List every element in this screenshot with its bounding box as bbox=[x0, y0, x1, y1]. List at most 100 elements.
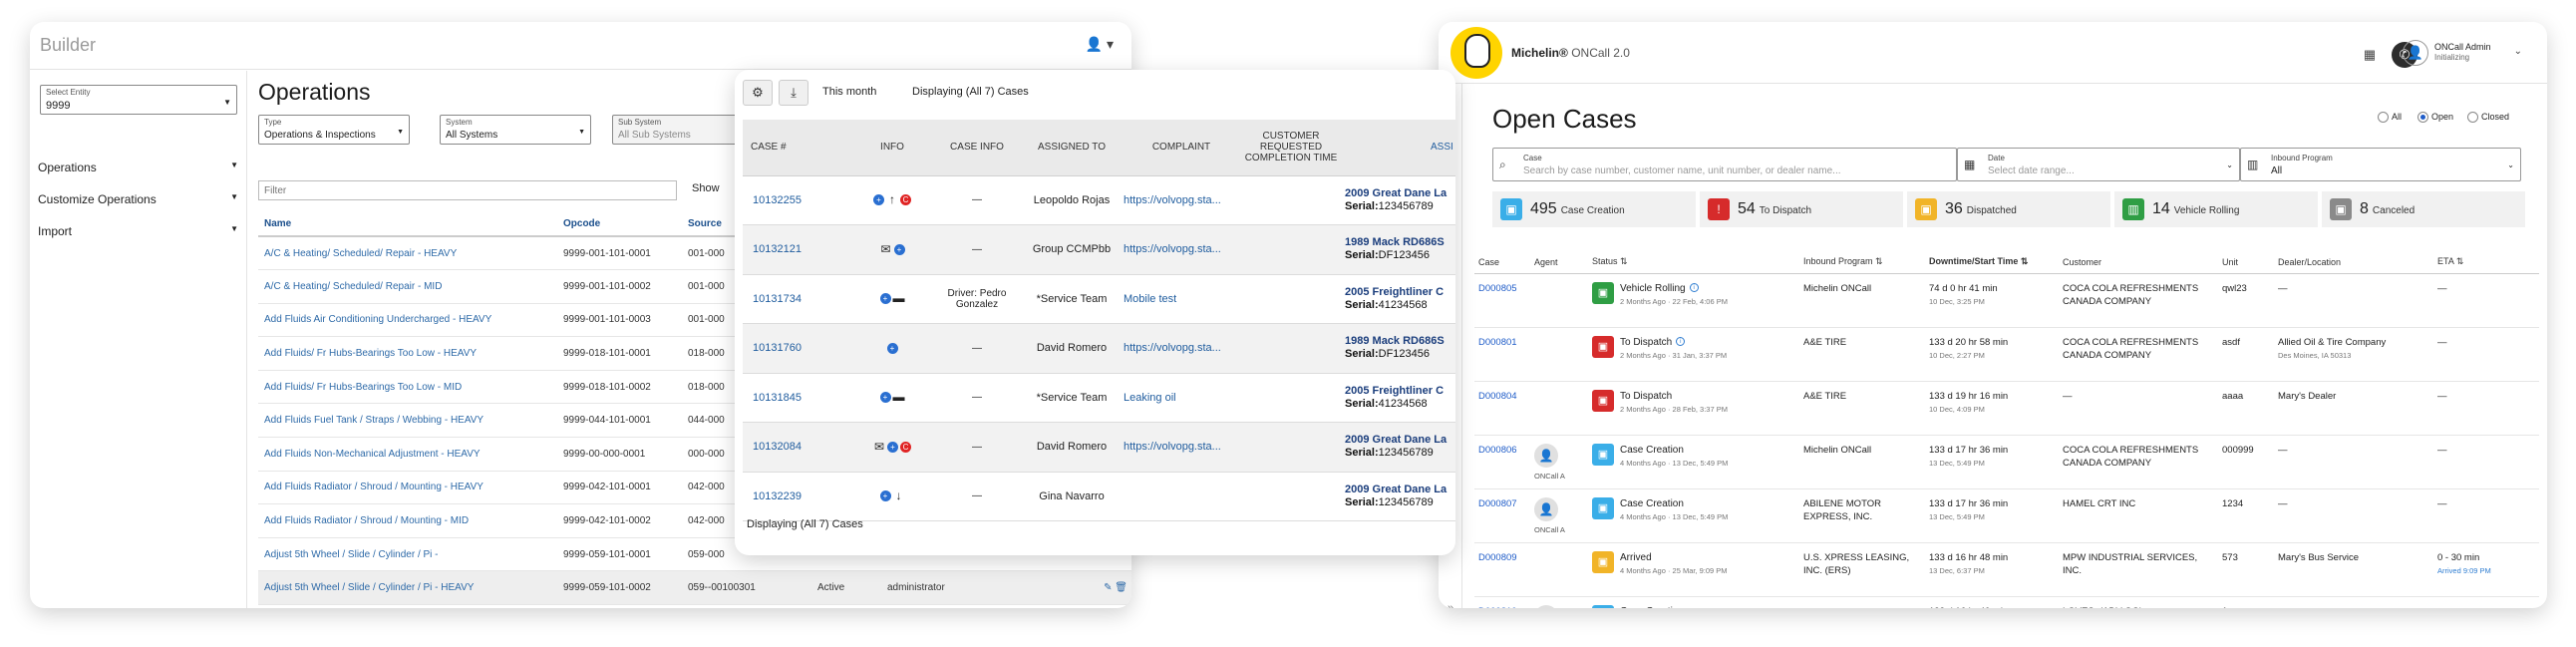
filter-input[interactable] bbox=[258, 180, 677, 200]
case-search-input[interactable]: ⌕ Case Search by case number, customer n… bbox=[1492, 148, 1957, 181]
complaint-cell[interactable]: Mobile test bbox=[1122, 274, 1241, 324]
unit-cell[interactable]: 2009 Great Dane La Serial:123456789 bbox=[1341, 472, 1455, 521]
column-header-case[interactable]: CASE # bbox=[743, 120, 852, 176]
case-link[interactable]: D000801 bbox=[1474, 327, 1530, 382]
column-header-case-info[interactable]: CASE INFO bbox=[932, 120, 1022, 176]
sidebar-item-customize-operations[interactable]: Customize Operations ▼ bbox=[38, 192, 242, 206]
download-button[interactable]: ⤓ bbox=[779, 80, 808, 106]
table-row[interactable]: 10132239 + ↓ — Gina Navarro 2009 Great Dane L… bbox=[743, 472, 1455, 521]
case-number-link[interactable]: 10132255 bbox=[743, 175, 852, 225]
tile-canceled[interactable]: ▣ 8 Canceled bbox=[2322, 191, 2525, 227]
sidebar-item-operations[interactable]: Operations ▼ bbox=[38, 161, 242, 174]
tile-to-dispatch[interactable]: ! 54 To Dispatch bbox=[1700, 191, 1903, 227]
arrow-up-icon[interactable]: ↑ bbox=[886, 193, 898, 205]
column-header-unit[interactable]: Unit bbox=[2218, 251, 2274, 274]
calendar-icon[interactable]: ▦ bbox=[2357, 42, 2383, 68]
table-row[interactable]: 10131760 + — David Romero https://volvopg.st… bbox=[743, 323, 1455, 374]
operation-name-link[interactable]: Add Fluids Non-Mechanical Adjustment - H… bbox=[258, 437, 557, 472]
select-entity-dropdown[interactable]: Select Entity 9999 ▼ bbox=[40, 85, 237, 115]
complaint-cell[interactable]: https://volvopg.sta... bbox=[1122, 422, 1241, 473]
table-row[interactable]: 10131734 + ▬ Driver: Pedro Gonzalez *Service… bbox=[743, 274, 1455, 324]
unit-cell[interactable]: 2005 Freightliner C Serial:41234568 bbox=[1341, 373, 1455, 423]
case-number-link[interactable]: 10132239 bbox=[743, 472, 852, 521]
column-header-downtime[interactable]: Downtime/Start Time ⇅ bbox=[1925, 251, 2059, 274]
table-row[interactable]: 10132255 + ↑ C — Leopoldo Rojas https://volvop… bbox=[743, 175, 1455, 225]
filter-closed-radio[interactable]: Closed bbox=[2467, 112, 2509, 124]
operation-name-link[interactable]: A/C & Heating/ Scheduled/ Repair - HEAVY bbox=[258, 236, 557, 271]
operation-name-link[interactable]: Adjust 5th Wheel / Slide / Cylinder / Pi… bbox=[258, 570, 557, 606]
column-header-info[interactable]: INFO bbox=[852, 120, 932, 176]
table-row[interactable]: 10132121 ✉ + — Group CCMPbb https://volvopg.s… bbox=[743, 224, 1455, 275]
complaint-cell[interactable] bbox=[1122, 472, 1241, 521]
tile-dispatched[interactable]: ▣ 36 Dispatched bbox=[1907, 191, 2110, 227]
arrow-down-icon[interactable]: ↓ bbox=[893, 489, 905, 501]
user-menu[interactable]: 👤 ONCall Admin Initializing ⌄ bbox=[2403, 40, 2522, 70]
operation-name-link[interactable]: Add Fluids Radiator / Shroud / Mounting … bbox=[258, 503, 557, 538]
operation-name-link[interactable]: Add Fluids/ Fr Hubs-Bearings Too Low - M… bbox=[258, 370, 557, 405]
operation-name-link[interactable]: Add Fluids Radiator / Shroud / Mounting … bbox=[258, 471, 557, 505]
column-header-customer[interactable]: Customer bbox=[2059, 251, 2218, 274]
filter-open-radio[interactable]: Open bbox=[2417, 112, 2453, 124]
mail-icon[interactable]: ✉ bbox=[873, 441, 885, 453]
settings-button[interactable]: ⚙ bbox=[743, 80, 773, 106]
plus-icon[interactable]: + bbox=[879, 392, 891, 404]
complaint-cell[interactable]: https://volvopg.sta... bbox=[1122, 323, 1241, 374]
plus-icon[interactable]: + bbox=[879, 293, 891, 305]
delete-icon[interactable]: 🗑 bbox=[1115, 582, 1127, 593]
case-link[interactable]: D000809 bbox=[1474, 542, 1530, 597]
filter-all-radio[interactable]: All bbox=[2378, 112, 2402, 124]
table-row[interactable]: D000809 ▣ Arrived 4 Months Ago · 25 Mar, 9:… bbox=[1474, 542, 2539, 597]
case-number-link[interactable]: 10132121 bbox=[743, 224, 852, 275]
complaint-cell[interactable]: https://volvopg.sta... bbox=[1122, 175, 1241, 225]
table-row[interactable]: D000810👤ONCall A ▣ Case Creation4 Months A… bbox=[1474, 596, 2539, 608]
column-header-inbound-program[interactable]: Inbound Program ⇅ bbox=[1799, 251, 1925, 274]
column-header-agent[interactable]: Agent bbox=[1530, 251, 1588, 274]
column-header-assigned-to[interactable]: ASSIGNED TO bbox=[1022, 120, 1122, 176]
type-select[interactable]: Type Operations & Inspections ▼ bbox=[258, 115, 410, 145]
table-row[interactable]: 10131845 + ▬ — *Service Team Leaking oil 2005 … bbox=[743, 373, 1455, 423]
period-label[interactable]: This month bbox=[822, 86, 876, 98]
table-row[interactable]: D000801 ▣ To Dispatch i 2 Months Ago · 31 Ja… bbox=[1474, 327, 2539, 382]
case-link[interactable]: D000807 bbox=[1474, 488, 1530, 543]
complaint-cell[interactable]: https://volvopg.sta... bbox=[1122, 224, 1241, 275]
case-link[interactable]: D000810 bbox=[1474, 596, 1530, 608]
inbound-program-select[interactable]: ▥ Inbound Program All ⌄ bbox=[2240, 148, 2521, 181]
operation-name-link[interactable]: Add Fluids/ Fr Hubs-Bearings Too Low - H… bbox=[258, 336, 557, 371]
briefcase-icon[interactable]: ▬ bbox=[893, 391, 905, 403]
table-row[interactable]: 10132084 ✉ + C — David Romero https://volvopg.… bbox=[743, 422, 1455, 473]
mail-icon[interactable]: ✉ bbox=[880, 243, 892, 255]
operation-name-link[interactable]: Adjust 5th Wheel / Slide / Cylinder / Pi… bbox=[258, 537, 557, 572]
date-range-input[interactable]: ▦ Date Select date range... ⌄ bbox=[1957, 148, 2240, 181]
column-header-assigned[interactable]: ASSI bbox=[1341, 120, 1455, 176]
unit-cell[interactable]: 2005 Freightliner C Serial:41234568 bbox=[1341, 274, 1455, 324]
operation-name-link[interactable]: A/C & Heating/ Scheduled/ Repair - MID bbox=[258, 269, 557, 304]
operation-name-link[interactable]: Add Fluids Air Conditioning Undercharged… bbox=[258, 303, 557, 338]
unit-cell[interactable]: 1989 Mack RD686S Serial:DF123456 bbox=[1341, 224, 1455, 275]
plus-icon[interactable]: + bbox=[879, 490, 891, 502]
unit-cell[interactable]: 1989 Mack RD686S Serial:DF123456 bbox=[1341, 323, 1455, 374]
case-number-link[interactable]: 10131760 bbox=[743, 323, 852, 374]
case-link[interactable]: D000806 bbox=[1474, 435, 1530, 489]
table-row[interactable]: D000804 ▣ To Dispatch 2 Months Ago · 28 Feb… bbox=[1474, 381, 2539, 436]
complaint-cell[interactable]: Leaking oil bbox=[1122, 373, 1241, 423]
column-header-complaint[interactable]: COMPLAINT bbox=[1122, 120, 1241, 176]
column-header-name[interactable]: Name bbox=[258, 212, 557, 237]
alert-icon[interactable]: C bbox=[900, 194, 911, 206]
column-header-eta[interactable]: ETA ⇅ bbox=[2433, 251, 2539, 274]
unit-cell[interactable]: 2009 Great Dane La Serial:123456789 bbox=[1341, 422, 1455, 473]
column-header-status[interactable]: Status ⇅ bbox=[1588, 251, 1799, 274]
sidebar-item-import[interactable]: Import ▼ bbox=[38, 224, 242, 238]
plus-icon[interactable]: + bbox=[873, 194, 884, 206]
tile-case-creation[interactable]: ▣ 495 Case Creation bbox=[1492, 191, 1696, 227]
table-row[interactable]: D000807 👤 ONCall A ▣ Case Creation 4 Months A… bbox=[1474, 488, 2539, 543]
case-link[interactable]: D000804 bbox=[1474, 381, 1530, 436]
user-menu-button[interactable]: 👤 ▾ bbox=[1086, 36, 1114, 53]
expand-icon[interactable]: » bbox=[1444, 602, 1457, 608]
info-icon[interactable]: i bbox=[1689, 283, 1699, 293]
case-number-link[interactable]: 10132084 bbox=[743, 422, 852, 473]
column-header-opcode[interactable]: Opcode bbox=[557, 212, 682, 237]
case-number-link[interactable]: 10131734 bbox=[743, 274, 852, 324]
operation-name-link[interactable]: Add Fluids Fuel Tank / Straps / Webbing … bbox=[258, 403, 557, 439]
case-number-link[interactable]: 10131845 bbox=[743, 373, 852, 423]
tile-vehicle-rolling[interactable]: ▥ 14 Vehicle Rolling bbox=[2114, 191, 2318, 227]
